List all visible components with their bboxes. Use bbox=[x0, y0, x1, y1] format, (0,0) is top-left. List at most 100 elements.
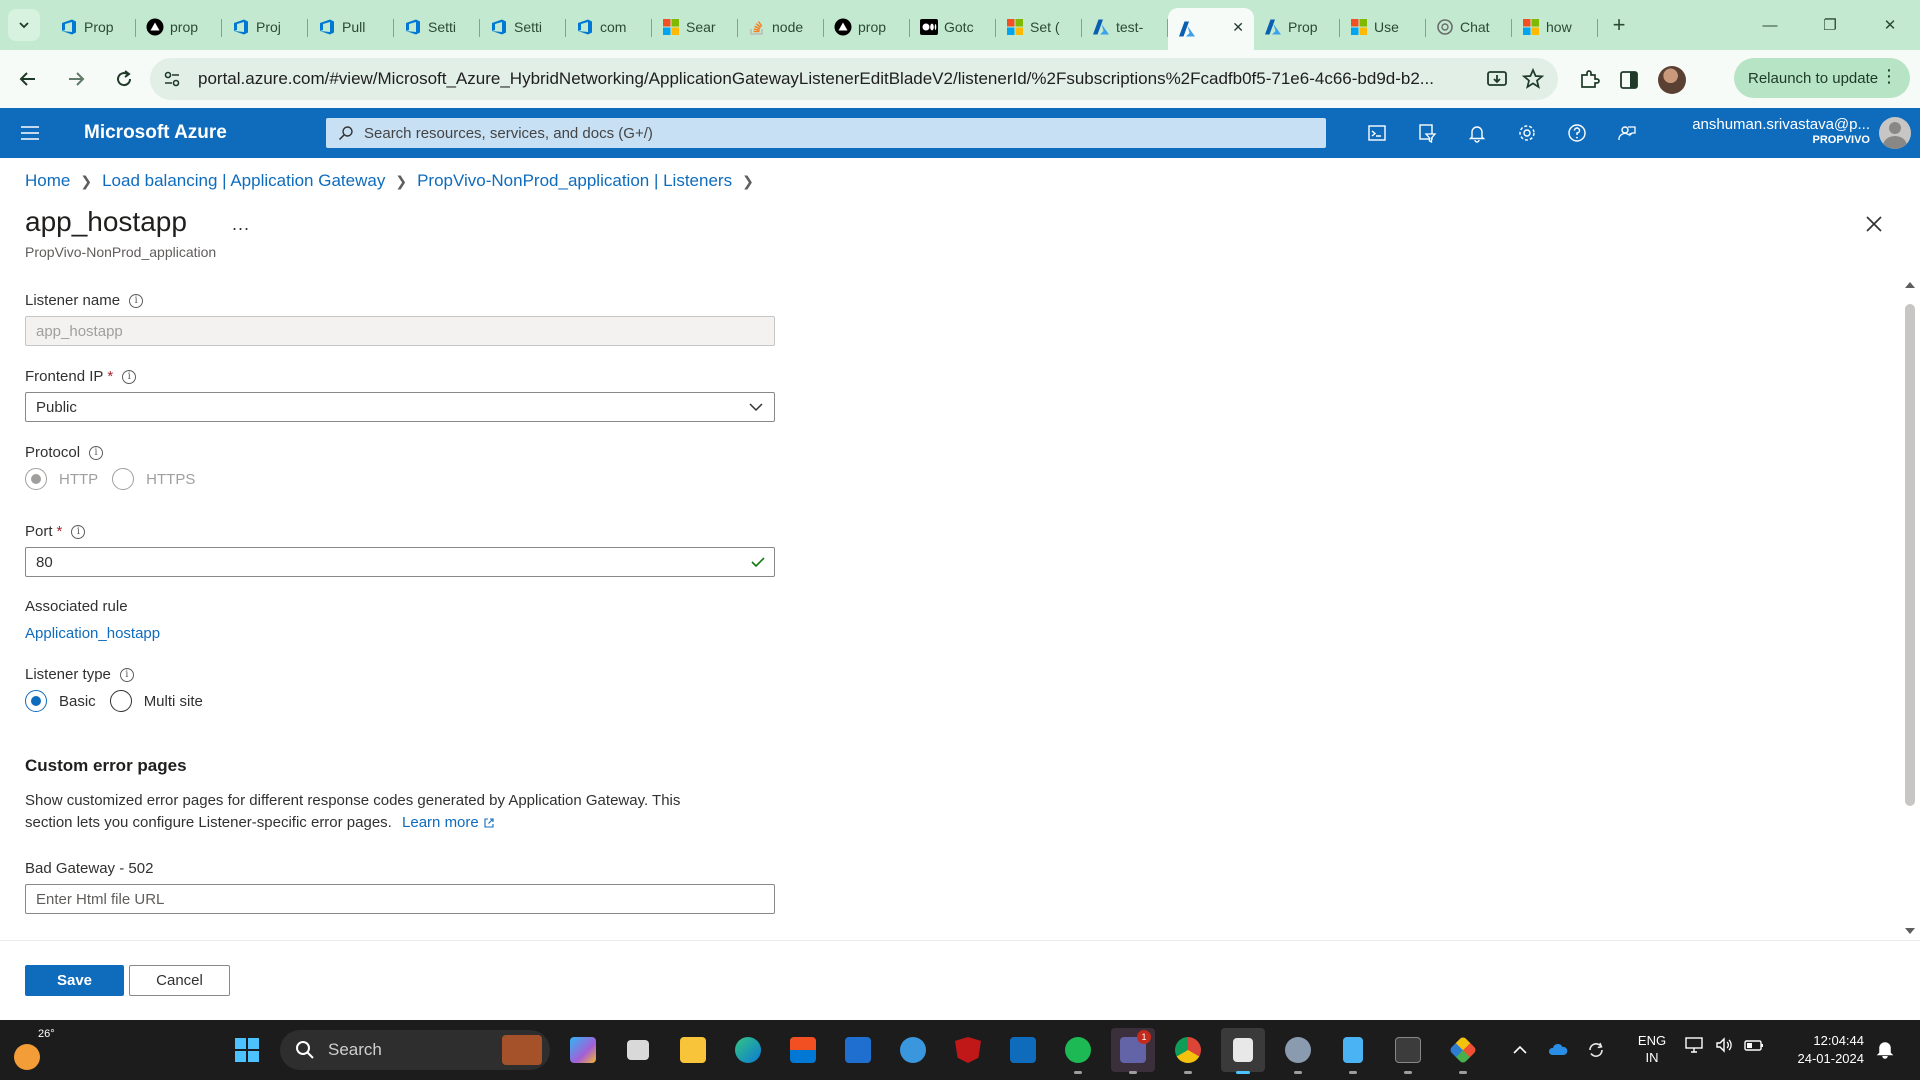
azure-search-box[interactable] bbox=[326, 118, 1326, 148]
scroll-up-arrow[interactable] bbox=[1905, 282, 1915, 288]
portal-menu-button[interactable] bbox=[0, 108, 60, 158]
taskbar-chrome[interactable] bbox=[1166, 1028, 1210, 1074]
clock[interactable]: 12:04:44 24-01-2024 bbox=[1784, 1032, 1865, 1068]
taskbar-edge[interactable] bbox=[726, 1028, 770, 1072]
quick-settings[interactable] bbox=[1684, 1035, 1764, 1055]
more-vert-icon[interactable]: ⋮ bbox=[1880, 67, 1898, 85]
tray-overflow-button[interactable] bbox=[1505, 1035, 1535, 1065]
taskbar-search[interactable]: Search bbox=[280, 1030, 550, 1070]
breadcrumb-listeners[interactable]: PropVivo-NonProd_application | Listeners bbox=[417, 171, 732, 191]
taskbar-task-view[interactable] bbox=[616, 1028, 660, 1072]
browser-tab[interactable]: Prop bbox=[1254, 9, 1340, 45]
profile-avatar[interactable] bbox=[1658, 66, 1686, 94]
more-options-button[interactable]: ... bbox=[232, 214, 250, 235]
browser-tab[interactable]: Use bbox=[1340, 9, 1426, 45]
cloud-shell-button[interactable] bbox=[1352, 108, 1402, 158]
browser-tab[interactable]: Setti bbox=[480, 9, 566, 45]
azure-brand[interactable]: Microsoft Azure bbox=[84, 122, 227, 144]
account-info[interactable]: anshuman.srivastava@p... PROPVIVO bbox=[1666, 116, 1870, 146]
directory-filter-button[interactable] bbox=[1402, 108, 1452, 158]
learn-more-link[interactable]: Learn more bbox=[402, 814, 495, 831]
cancel-button[interactable]: Cancel bbox=[129, 965, 230, 996]
browser-tabstrip: Prop prop Proj Pull Setti Setti com Sear node pro… bbox=[0, 0, 1920, 50]
info-icon[interactable]: i bbox=[129, 293, 144, 308]
browser-tab[interactable]: Gotc bbox=[910, 9, 996, 45]
listener-type-multisite-radio[interactable]: Multi site bbox=[109, 690, 203, 712]
avatar[interactable] bbox=[1879, 117, 1911, 149]
relaunch-button[interactable]: Relaunch to update ⋮ bbox=[1734, 58, 1910, 98]
notifications-button[interactable] bbox=[1452, 108, 1502, 158]
taskbar-snipping-tool[interactable] bbox=[1221, 1028, 1265, 1074]
frontend-ip-dropdown[interactable]: Public bbox=[25, 392, 775, 422]
bad-gateway-url-input[interactable] bbox=[25, 884, 775, 914]
close-window-button[interactable]: ✕ bbox=[1860, 0, 1920, 50]
browser-tab[interactable]: Pull bbox=[308, 9, 394, 45]
info-icon[interactable]: i bbox=[89, 445, 104, 460]
browser-tab[interactable]: Prop bbox=[50, 9, 136, 45]
back-button[interactable] bbox=[8, 59, 48, 99]
close-tab-icon[interactable]: ✕ bbox=[1232, 19, 1244, 36]
tray-sync[interactable] bbox=[1581, 1035, 1611, 1065]
notification-bell-icon[interactable] bbox=[1875, 1039, 1895, 1059]
bookmark-star-icon[interactable] bbox=[1522, 68, 1544, 90]
side-panel-icon[interactable] bbox=[1618, 69, 1640, 91]
taskbar-settings[interactable] bbox=[1276, 1028, 1320, 1074]
blade-scrollbar[interactable] bbox=[1900, 276, 1920, 940]
minimize-button[interactable]: — bbox=[1740, 0, 1800, 50]
taskbar-file-explorer[interactable] bbox=[671, 1028, 715, 1072]
taskbar-gitkraken[interactable] bbox=[1441, 1028, 1485, 1074]
breadcrumb-load-balancing[interactable]: Load balancing | Application Gateway bbox=[102, 171, 385, 191]
browser-tab[interactable]: Setti bbox=[394, 9, 480, 45]
breadcrumb-home[interactable]: Home bbox=[25, 171, 70, 191]
restore-button[interactable]: ❐ bbox=[1800, 0, 1860, 50]
new-tab-button[interactable]: + bbox=[1604, 10, 1634, 40]
site-settings-icon[interactable] bbox=[162, 69, 182, 89]
tray-onedrive[interactable] bbox=[1543, 1035, 1573, 1065]
close-icon[interactable] bbox=[1862, 212, 1886, 236]
url-text[interactable]: portal.azure.com/#view/Microsoft_Azure_H… bbox=[198, 69, 1478, 89]
browser-tab[interactable]: Sear bbox=[652, 9, 738, 45]
tab-search-button[interactable] bbox=[8, 9, 40, 41]
start-button[interactable] bbox=[225, 1028, 269, 1072]
help-button[interactable] bbox=[1552, 108, 1602, 158]
taskbar-teams[interactable]: 1 bbox=[1111, 1028, 1155, 1074]
taskbar-mcafee[interactable] bbox=[946, 1028, 990, 1072]
azure-search-input[interactable] bbox=[364, 124, 1264, 142]
address-bar[interactable]: portal.azure.com/#view/Microsoft_Azure_H… bbox=[150, 58, 1558, 100]
taskbar-spotify[interactable] bbox=[1056, 1028, 1100, 1074]
feedback-button[interactable] bbox=[1602, 108, 1652, 158]
taskbar-store[interactable] bbox=[781, 1028, 825, 1072]
listener-type-basic-radio[interactable]: Basic bbox=[25, 690, 96, 712]
weather-widget[interactable]: 26° bbox=[12, 1028, 56, 1072]
scrollbar-thumb[interactable] bbox=[1905, 304, 1915, 806]
info-icon[interactable]: i bbox=[122, 369, 137, 384]
taskbar-outlook[interactable] bbox=[1001, 1028, 1045, 1072]
browser-tab[interactable]: how bbox=[1512, 9, 1598, 45]
install-app-icon[interactable] bbox=[1486, 68, 1508, 90]
taskbar-terminal[interactable] bbox=[1386, 1028, 1430, 1074]
taskbar-hp[interactable] bbox=[836, 1028, 880, 1072]
settings-button[interactable] bbox=[1502, 108, 1552, 158]
port-input[interactable]: 80 bbox=[25, 547, 775, 577]
browser-tab[interactable]: com bbox=[566, 9, 652, 45]
browser-tab[interactable]: Chat bbox=[1426, 9, 1512, 45]
browser-tab[interactable]: ✕ bbox=[1168, 8, 1254, 50]
taskbar-help[interactable] bbox=[891, 1028, 935, 1072]
save-button[interactable]: Save bbox=[25, 965, 124, 996]
browser-tab[interactable]: node bbox=[738, 9, 824, 45]
info-icon[interactable]: i bbox=[71, 524, 86, 539]
browser-tab[interactable]: prop bbox=[824, 9, 910, 45]
associated-rule-link[interactable]: Application_hostapp bbox=[25, 625, 160, 642]
forward-button[interactable] bbox=[56, 59, 96, 99]
taskbar-copilot[interactable] bbox=[561, 1028, 605, 1072]
browser-tab[interactable]: prop bbox=[136, 9, 222, 45]
browser-tab[interactable]: test- bbox=[1082, 9, 1168, 45]
reload-button[interactable] bbox=[104, 59, 144, 99]
extensions-puzzle-icon[interactable] bbox=[1578, 69, 1600, 91]
language-indicator[interactable]: ENG IN bbox=[1634, 1032, 1670, 1066]
browser-tab[interactable]: Proj bbox=[222, 9, 308, 45]
browser-tab[interactable]: Set ( bbox=[996, 9, 1082, 45]
taskbar-notepad[interactable] bbox=[1331, 1028, 1375, 1074]
info-icon[interactable]: i bbox=[119, 667, 134, 682]
scroll-down-arrow[interactable] bbox=[1905, 928, 1915, 934]
